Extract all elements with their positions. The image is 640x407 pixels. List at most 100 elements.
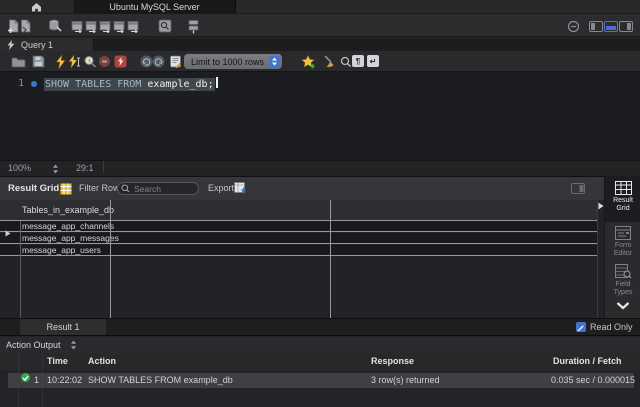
open-sql-script-button[interactable] bbox=[16, 17, 34, 35]
result-tab-label: Result 1 bbox=[46, 322, 79, 332]
row-response: 3 row(s) returned bbox=[371, 373, 440, 388]
execute-query-button[interactable] bbox=[52, 54, 68, 69]
create-trigger-button[interactable] bbox=[124, 17, 142, 35]
grid-edge bbox=[597, 200, 598, 318]
status-divider bbox=[103, 161, 104, 172]
connection-tab[interactable]: Ubuntu MySQL Server bbox=[74, 0, 236, 13]
stop-on-error-icon bbox=[114, 55, 127, 68]
row-index: 1 bbox=[34, 373, 39, 388]
panel-icon bbox=[571, 183, 585, 194]
panel-collapse-arrow-icon[interactable] bbox=[598, 202, 604, 210]
sql-editor[interactable]: 1 SHOW TABLES FROM example_db; bbox=[0, 72, 640, 160]
editor-zoom-level[interactable]: 100% bbox=[8, 161, 31, 176]
sql-statement-line[interactable]: SHOW TABLES FROM example_db; bbox=[44, 77, 218, 92]
find-magnifier-icon bbox=[340, 56, 352, 68]
save-icon bbox=[32, 55, 45, 68]
export-button[interactable] bbox=[234, 182, 247, 195]
column-divider[interactable] bbox=[110, 200, 111, 318]
search-table-data-button[interactable] bbox=[156, 17, 174, 35]
export-label: Export: bbox=[208, 177, 237, 200]
toggle-left-panel-button[interactable] bbox=[589, 21, 603, 32]
rollback-button[interactable] bbox=[150, 54, 166, 69]
toggle-bottom-panel-button[interactable] bbox=[604, 21, 618, 32]
save-snippet-button[interactable] bbox=[300, 54, 316, 69]
create-trigger-icon bbox=[127, 20, 140, 33]
read-only-label: Read Only bbox=[590, 322, 633, 332]
zoom-stepper-icon[interactable] bbox=[52, 164, 59, 174]
caret-position: 29:1 bbox=[76, 161, 94, 176]
read-only-indicator: Read Only bbox=[576, 322, 633, 332]
tab-query-1[interactable]: Query 1 bbox=[0, 38, 94, 51]
result-tab-bar: Result 1 Read Only bbox=[0, 318, 640, 335]
sidebar-label: Result Grid bbox=[606, 197, 640, 213]
bottom-panel-icon bbox=[606, 26, 616, 30]
column-response: Response bbox=[371, 353, 414, 370]
right-panel-icon bbox=[627, 23, 631, 30]
column-header-tables[interactable]: Tables_in_example_db bbox=[0, 200, 597, 221]
tab-result-1[interactable]: Result 1 bbox=[20, 319, 106, 335]
toggle-right-panel-button[interactable] bbox=[619, 21, 633, 32]
connection-status-button[interactable] bbox=[564, 17, 582, 35]
column-divider[interactable] bbox=[330, 200, 331, 318]
main-toolbar bbox=[0, 14, 640, 37]
search-icon bbox=[121, 184, 130, 193]
sidebar-item-result-grid[interactable]: Result Grid bbox=[605, 181, 640, 213]
server-status-icon bbox=[187, 19, 200, 34]
toggle-stop-on-error-button[interactable] bbox=[112, 54, 128, 69]
result-grid-title: Result Grid bbox=[8, 177, 59, 200]
execute-lightning-icon bbox=[55, 55, 66, 69]
table-row[interactable]: message_app_users bbox=[0, 245, 597, 256]
search-input[interactable] bbox=[132, 183, 190, 195]
wrap-text-icon: ↵ bbox=[370, 57, 377, 66]
toggle-autocommit-button[interactable] bbox=[167, 54, 183, 69]
stop-icon bbox=[98, 55, 111, 68]
sidebar-item-field-types[interactable]: Field Types bbox=[605, 264, 640, 297]
beautify-query-button[interactable] bbox=[323, 54, 339, 69]
stop-query-button[interactable] bbox=[96, 54, 112, 69]
server-status-button[interactable] bbox=[184, 17, 202, 35]
limit-rows-value: Limit to 1000 rows bbox=[191, 57, 264, 67]
left-panel-icon bbox=[591, 23, 595, 30]
sidebar-collapse-button[interactable] bbox=[605, 302, 640, 310]
home-icon bbox=[31, 2, 42, 12]
open-script-button[interactable] bbox=[10, 54, 26, 69]
text-caret bbox=[216, 77, 218, 88]
sidebar-label: Field Types bbox=[606, 281, 640, 297]
sidebar-item-form-editor[interactable]: Form Editor bbox=[605, 226, 640, 258]
autocommit-icon bbox=[169, 55, 182, 68]
grid-icon bbox=[60, 183, 72, 195]
result-grid-toolbar: Result Grid Filter Rows: Export: bbox=[0, 176, 604, 200]
action-output-panel: Action Output Time Action Response Durat… bbox=[0, 335, 640, 407]
toggle-result-panel-button[interactable] bbox=[571, 183, 585, 194]
table-row[interactable]: message_app_channels bbox=[0, 221, 597, 232]
connection-tab-label: Ubuntu MySQL Server bbox=[109, 2, 199, 12]
dropdown-stepper-icon bbox=[269, 56, 280, 67]
lightning-icon bbox=[7, 40, 15, 50]
chevron-down-icon bbox=[616, 302, 630, 310]
connection-status-icon bbox=[567, 20, 580, 33]
create-schema-icon bbox=[48, 19, 62, 33]
result-grid-icon bbox=[615, 181, 632, 195]
home-tab[interactable] bbox=[0, 0, 74, 13]
mysql-workbench-window: Ubuntu MySQL Server bbox=[0, 0, 640, 407]
create-schema-button[interactable] bbox=[46, 17, 64, 35]
result-panel-sidebar: Result Grid Form Editor Field Types bbox=[604, 176, 640, 318]
action-output-row[interactable]: 1 10:22:02 SHOW TABLES FROM example_db 3… bbox=[8, 373, 634, 388]
toggle-invisible-chars-button[interactable]: ¶ bbox=[352, 55, 364, 67]
result-grid: Tables_in_example_db message_app_channel… bbox=[0, 200, 604, 318]
action-output-title: Action Output bbox=[6, 337, 61, 353]
toggle-word-wrap-button[interactable]: ↵ bbox=[367, 55, 379, 67]
save-script-button[interactable] bbox=[30, 54, 46, 69]
export-icon bbox=[234, 182, 247, 195]
output-selector-stepper-icon[interactable] bbox=[70, 340, 77, 350]
action-output-header: Action Output bbox=[0, 337, 640, 353]
form-editor-icon bbox=[615, 226, 631, 240]
editor-status-bar: 100% 29:1 bbox=[0, 160, 640, 176]
limit-rows-dropdown[interactable]: Limit to 1000 rows bbox=[184, 54, 282, 69]
open-sql-script-icon bbox=[19, 19, 32, 34]
filter-search-field[interactable] bbox=[117, 182, 199, 195]
column-time: Time bbox=[47, 353, 68, 370]
sql-identifier: example_db; bbox=[147, 79, 213, 90]
table-row[interactable]: message_app_messages bbox=[0, 233, 597, 244]
execute-current-statement-button[interactable] bbox=[67, 54, 83, 69]
